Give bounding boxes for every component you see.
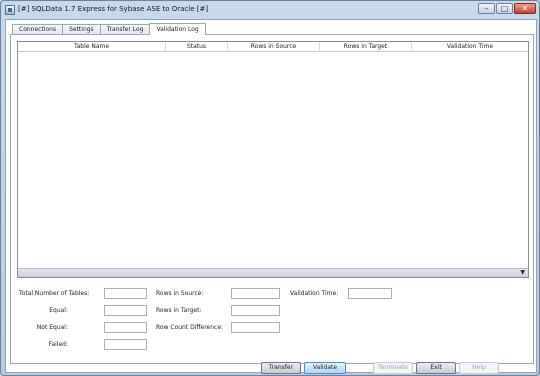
failed-field[interactable] bbox=[104, 339, 147, 350]
rows-in-source-field[interactable] bbox=[231, 288, 280, 299]
not-equal-field[interactable] bbox=[104, 322, 147, 333]
client-area: Connections Settings Transfer Log Valida… bbox=[5, 19, 537, 374]
validate-button[interactable]: Validate bbox=[304, 362, 346, 374]
validation-time-field[interactable] bbox=[348, 288, 392, 299]
close-button[interactable]: ✕ bbox=[514, 3, 536, 14]
row-count-difference-field[interactable] bbox=[231, 322, 280, 333]
transfer-button[interactable]: Transfer bbox=[261, 362, 301, 374]
minimize-icon: – bbox=[484, 4, 489, 13]
rows-in-target-field[interactable] bbox=[231, 305, 280, 316]
row-count-difference-label: Row Count Difference: bbox=[156, 324, 224, 331]
window-controls: – □ ✕ bbox=[478, 3, 536, 14]
total-tables-label: Total Number of Tables: bbox=[19, 290, 90, 297]
horizontal-scrollbar[interactable]: ▼ bbox=[18, 268, 528, 277]
help-button[interactable]: Help bbox=[459, 362, 499, 374]
validation-log-panel: Table Name Status Rows in Source Rows in… bbox=[10, 34, 534, 374]
title-bar[interactable]: [#] SQLData 1.7 Express for Sybase ASE t… bbox=[1, 1, 539, 19]
column-header-status[interactable]: Status bbox=[166, 42, 228, 52]
validation-grid[interactable]: Table Name Status Rows in Source Rows in… bbox=[17, 41, 529, 278]
window-title: [#] SQLData 1.7 Express for Sybase ASE t… bbox=[18, 5, 209, 13]
app-window: [#] SQLData 1.7 Express for Sybase ASE t… bbox=[0, 0, 540, 376]
close-icon: ✕ bbox=[521, 4, 529, 13]
column-header-validation-time[interactable]: Validation Time bbox=[412, 42, 528, 52]
terminate-button[interactable]: Terminate bbox=[373, 362, 413, 374]
chevron-down-icon[interactable]: ▼ bbox=[520, 269, 525, 277]
tab-validation-log[interactable]: Validation Log bbox=[149, 23, 206, 35]
app-icon[interactable] bbox=[5, 5, 15, 15]
column-header-rows-in-target[interactable]: Rows in Target bbox=[320, 42, 412, 52]
column-header-table-name[interactable]: Table Name bbox=[18, 42, 166, 52]
equal-label: Equal: bbox=[49, 307, 68, 314]
column-header-rows-in-source[interactable]: Rows in Source bbox=[228, 42, 320, 52]
exit-button[interactable]: Exit bbox=[416, 362, 456, 374]
equal-field[interactable] bbox=[104, 305, 147, 316]
maximize-button[interactable]: □ bbox=[496, 3, 513, 14]
rows-in-source-label: Rows in Source: bbox=[156, 290, 204, 297]
failed-label: Failed: bbox=[48, 341, 68, 348]
minimize-button[interactable]: – bbox=[478, 3, 495, 14]
maximize-icon: □ bbox=[500, 4, 509, 13]
validation-time-label: Validation Time: bbox=[290, 290, 339, 297]
grid-header: Table Name Status Rows in Source Rows in… bbox=[18, 42, 528, 52]
total-tables-field[interactable] bbox=[104, 288, 147, 299]
rows-in-target-label: Rows in Target: bbox=[156, 307, 202, 314]
not-equal-label: Not Equal: bbox=[36, 324, 68, 331]
